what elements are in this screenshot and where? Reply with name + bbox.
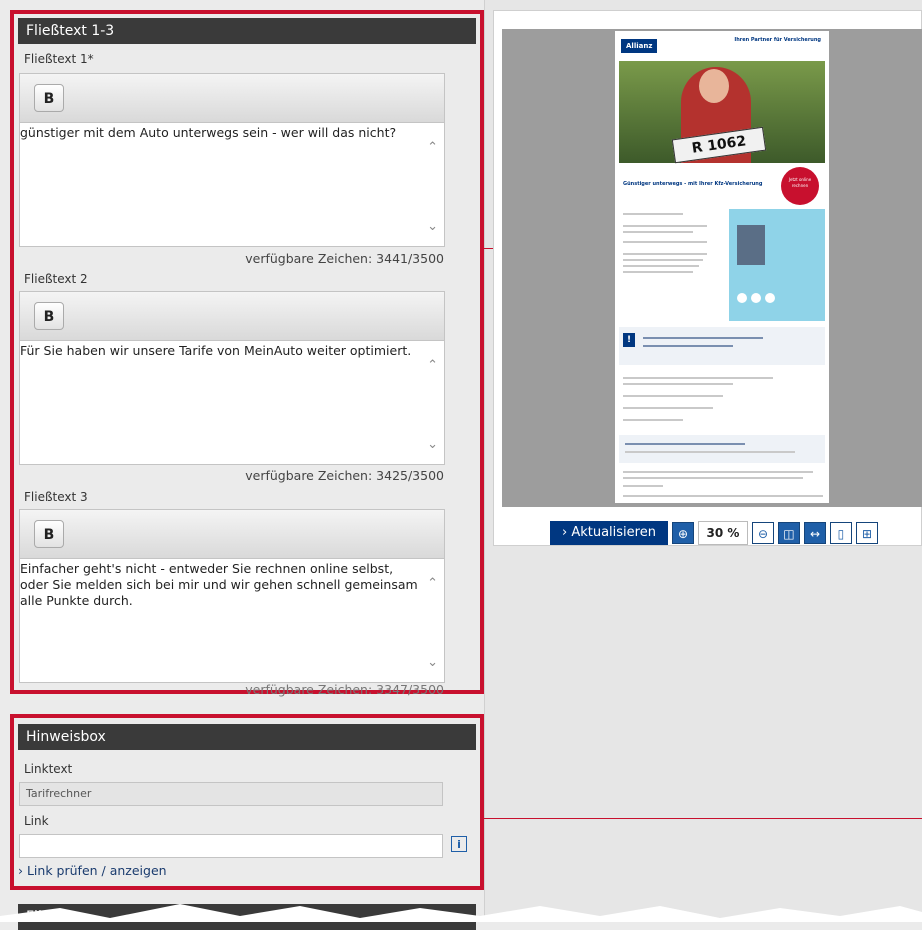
hinweisbox-section-header: Hinweisbox <box>18 724 476 750</box>
mail-text-line <box>623 241 707 243</box>
mail-text-line <box>643 337 763 339</box>
fullscreen-icon[interactable]: ⊞ <box>855 522 878 544</box>
fliesstext-2-editor[interactable]: B Für Sie haben wir unsere Tarife von Me… <box>19 291 445 465</box>
scroll-down-icon[interactable]: ⌄ <box>427 437 438 452</box>
preview-toolbar: › Aktualisieren ⊕ 30 % ⊖ ◫ ↔ ▯ ⊞ <box>550 521 878 545</box>
allianz-logo: Allianz <box>621 39 658 53</box>
mail-text-line <box>623 477 803 479</box>
bold-button[interactable]: B <box>34 302 64 330</box>
left-form-panel: Fließtext 1-3 Fließtext 1* B günstiger m… <box>0 0 485 930</box>
contact-box <box>729 209 825 321</box>
mail-text-line <box>623 407 713 409</box>
editor-toolbar: B <box>20 74 444 123</box>
fliesstext-3-textarea[interactable]: Einfacher geht's nicht - entweder Sie re… <box>20 559 444 682</box>
mail-hero-image: R 1062 <box>619 61 825 164</box>
fliesstext-1-counter: verfügbare Zeichen: 3441/3500 <box>245 251 444 266</box>
fliesstext-1-editor[interactable]: B günstiger mit dem Auto unterwegs sein … <box>19 73 445 247</box>
mail-text-line <box>623 265 699 267</box>
fliesstext-3-editor[interactable]: B Einfacher geht's nicht - entweder Sie … <box>19 509 445 683</box>
mail-text-line <box>623 495 823 497</box>
mail-text-line <box>623 271 693 273</box>
mail-preview: Allianz Ihren Partner für Versicherung R… <box>615 31 829 503</box>
fliesstext-2-counter: verfügbare Zeichen: 3425/3500 <box>245 468 444 483</box>
mail-text-line <box>623 377 773 379</box>
zoom-in-icon[interactable]: ⊕ <box>671 522 694 544</box>
mail-headline: Günstiger unterwegs - mit Ihrer Kfz-Vers… <box>623 181 763 187</box>
mail-text-line <box>623 395 723 397</box>
mail-text-line <box>623 383 733 385</box>
zoom-out-icon[interactable]: ⊖ <box>751 522 774 544</box>
scroll-down-icon[interactable]: ⌄ <box>427 655 438 670</box>
red-badge: Jetzt online rechnen <box>781 167 819 205</box>
editor-toolbar: B <box>20 510 444 559</box>
contact-icon-3 <box>765 293 775 303</box>
contact-photo <box>737 225 765 265</box>
scroll-up-icon[interactable]: ⌃ <box>427 358 438 373</box>
mail-text-line <box>625 443 745 445</box>
preview-canvas[interactable]: Allianz Ihren Partner für Versicherung R… <box>502 29 922 507</box>
bold-button[interactable]: B <box>34 84 64 112</box>
refresh-button[interactable]: › Aktualisieren <box>550 521 668 545</box>
scroll-up-icon[interactable]: ⌃ <box>427 576 438 591</box>
link-label: Link <box>24 814 49 828</box>
fliesstext-1-label: Fließtext 1* <box>24 52 94 66</box>
scroll-up-icon[interactable]: ⌃ <box>427 140 438 155</box>
mail-text-line <box>643 345 733 347</box>
linktext-label: Linktext <box>24 762 73 776</box>
connector-line-bottom <box>484 818 922 819</box>
linktext-field[interactable]: Tarifrechner <box>19 782 443 806</box>
bold-button[interactable]: B <box>34 520 64 548</box>
mail-text-line <box>623 485 663 487</box>
mail-notice-band: ! <box>619 327 825 365</box>
fit-height-icon[interactable]: ▯ <box>829 522 852 544</box>
scroll-down-icon[interactable]: ⌄ <box>427 219 438 234</box>
mail-header-text: Ihren Partner für Versicherung <box>734 37 821 43</box>
notice-exclaim-icon: ! <box>623 333 635 347</box>
mail-text-line <box>625 451 795 453</box>
fliesstext-3-counter: verfügbare Zeichen: 3347/3500 <box>245 682 444 697</box>
zoom-fit-page-icon[interactable]: ◫ <box>777 522 800 544</box>
fliesstext-3-label: Fließtext 3 <box>24 490 88 504</box>
editor-toolbar: B <box>20 292 444 341</box>
fit-width-icon[interactable]: ↔ <box>803 522 826 544</box>
woman-head <box>699 69 729 103</box>
preview-card: Allianz Ihren Partner für Versicherung R… <box>493 10 922 546</box>
mail-text-line <box>623 253 707 255</box>
mail-text-line <box>623 419 683 421</box>
mail-footer-band <box>619 435 825 463</box>
zoom-level: 30 % <box>697 521 748 545</box>
fliesstext-section-header: Fließtext 1-3 <box>18 18 476 44</box>
mail-text-line <box>623 471 813 473</box>
mail-text-line <box>623 213 683 215</box>
mail-text-line <box>623 259 703 261</box>
check-link-action[interactable]: › Link prüfen / anzeigen <box>18 863 167 878</box>
fliesstext-1-textarea[interactable]: günstiger mit dem Auto unterwegs sein - … <box>20 123 444 246</box>
fliesstext-2-label: Fließtext 2 <box>24 272 88 286</box>
contact-icon-1 <box>737 293 747 303</box>
info-icon[interactable]: i <box>451 836 467 852</box>
link-input[interactable] <box>19 834 443 858</box>
torn-edge <box>0 904 922 922</box>
mail-text-line <box>623 231 693 233</box>
fliesstext-2-textarea[interactable]: Für Sie haben wir unsere Tarife von Mein… <box>20 341 444 464</box>
mail-text-line <box>623 225 707 227</box>
contact-icon-2 <box>751 293 761 303</box>
